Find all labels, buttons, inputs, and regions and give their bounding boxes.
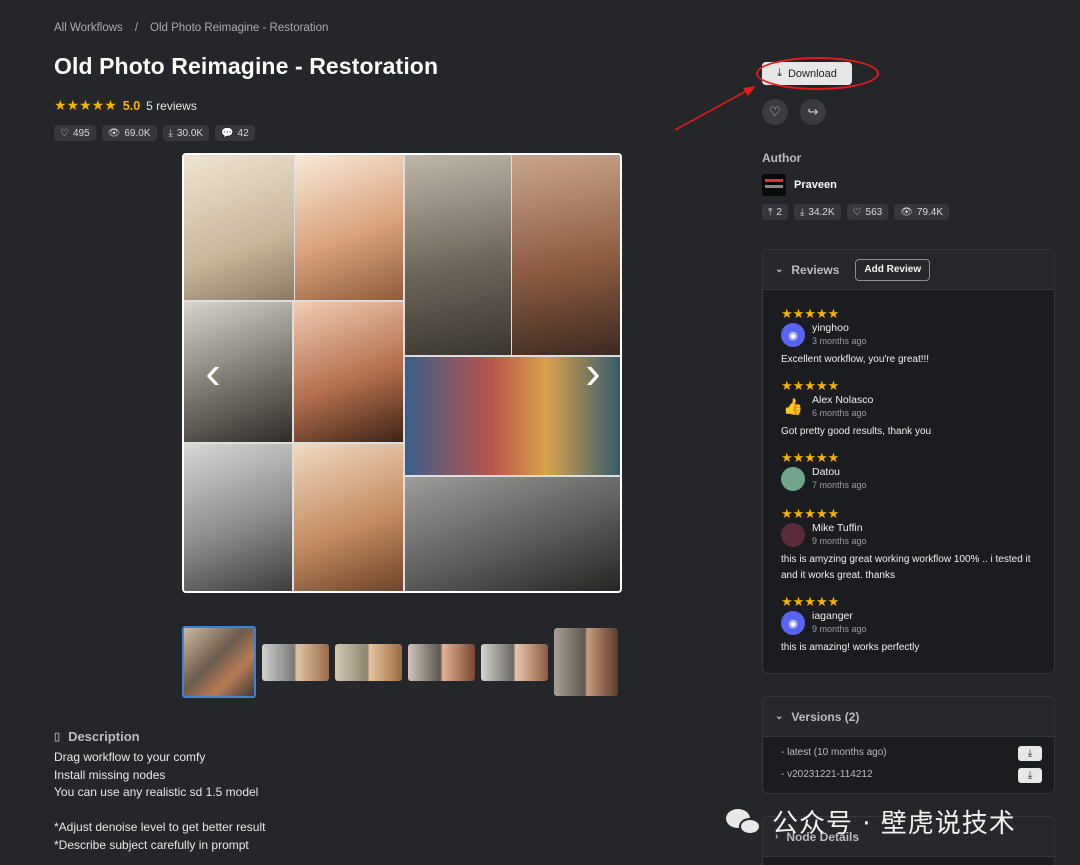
photo-tile-2 xyxy=(295,155,403,300)
author-name: Praveen xyxy=(794,179,837,191)
user-avatar xyxy=(781,467,805,491)
description-heading: ▯ Description xyxy=(54,729,140,744)
heart-icon: ♡ xyxy=(852,206,862,218)
eye-icon: 👁 xyxy=(107,127,121,139)
discord-avatar-icon: ◉ xyxy=(781,323,805,347)
review-item: ★★★★★ ◉ yinghoo 3 months ago Excellent wo… xyxy=(781,307,1031,368)
photo-tile-4 xyxy=(512,155,620,355)
photo-tile-1 xyxy=(184,155,294,300)
page-title: Old Photo Reimagine - Restoration xyxy=(54,53,439,79)
version-item[interactable]: - latest (10 months ago) xyxy=(781,747,887,758)
versions-panel: ⌄ Versions (2) - latest (10 months ago) … xyxy=(762,696,1055,794)
review-stars: ★★★★★ xyxy=(781,306,840,321)
version-download-button[interactable]: ⤓ xyxy=(1018,768,1042,783)
breadcrumb: All Workflows / Old Photo Reimagine - Re… xyxy=(54,22,328,34)
discord-avatar-icon: ◉ xyxy=(781,611,805,635)
reviews-panel: ⌄ Reviews Add Review ★★★★★ ◉ yinghoo 3 mo… xyxy=(762,249,1055,674)
download-icon: ⤓ xyxy=(1027,748,1033,759)
breadcrumb-separator: / xyxy=(134,22,139,34)
thumbs-up-avatar-icon: 👍 xyxy=(781,395,805,419)
share-icon: ↪ xyxy=(807,104,819,119)
stat-views: 👁 69.0K xyxy=(101,125,157,141)
author-info[interactable]: Praveen xyxy=(762,174,837,196)
watermark: 公众号 · 壁虎说技术 xyxy=(724,803,1016,840)
download-icon: ⤓ xyxy=(1027,770,1033,781)
author-avatar xyxy=(762,174,786,196)
review-item: ★★★★★ Mike Tuffin 9 months ago this is am… xyxy=(781,506,1031,581)
add-review-button[interactable]: Add Review xyxy=(855,258,931,281)
workflow-stats: ♡ 495 👁 69.0K ⤓ 30.0K 💬 42 xyxy=(54,125,255,141)
description-text: Drag workflow to your comfy Install miss… xyxy=(54,750,266,852)
annotation-arrow xyxy=(674,86,756,131)
share-button[interactable]: ↪ xyxy=(800,99,826,125)
upload-icon: ⤒ xyxy=(768,206,773,218)
eye-icon: 👁 xyxy=(900,206,913,218)
photo-tile-8 xyxy=(184,444,292,591)
rating-summary: ★★★★★ 5.0 5 reviews xyxy=(54,97,197,114)
download-icon: ⤓ xyxy=(168,127,173,139)
photo-tile-9 xyxy=(294,444,403,591)
thumbnail-1[interactable] xyxy=(182,626,256,698)
review-item: ★★★★★ ◉ iaganger 9 months ago this is ama… xyxy=(781,595,1031,656)
gallery-next-button[interactable]: › xyxy=(578,349,608,395)
annotation-highlight-ellipse xyxy=(756,57,879,90)
chevron-down-icon: ⌄ xyxy=(775,711,784,722)
thumbnail-6[interactable] xyxy=(554,628,618,696)
comment-icon: 💬 xyxy=(221,127,234,139)
thumbnail-3[interactable] xyxy=(335,643,402,681)
review-stars: ★★★★★ xyxy=(781,378,840,393)
version-item[interactable]: - v20231221-114212 xyxy=(781,769,873,780)
review-stars: ★★★★★ xyxy=(781,506,840,521)
user-avatar xyxy=(781,523,805,547)
reviews-header[interactable]: ⌄ Reviews Add Review xyxy=(763,250,1054,290)
review-stars: ★★★★★ xyxy=(781,450,840,465)
thumbnail-4[interactable] xyxy=(408,643,475,681)
review-count[interactable]: 5 reviews xyxy=(146,99,197,113)
gallery-thumbnails xyxy=(182,626,618,698)
stat-likes: ♡ 495 xyxy=(54,125,96,141)
gallery-prev-button[interactable]: ‹ xyxy=(198,349,228,395)
stat-comments[interactable]: 💬 42 xyxy=(215,125,255,141)
stat-downloads: ⤓ 30.0K xyxy=(162,125,210,141)
rating-score: 5.0 xyxy=(122,98,141,113)
heart-icon: ♡ xyxy=(769,104,781,119)
author-stats: ⤒ 2 ⤓ 34.2K ♡ 563 👁 79.4K xyxy=(762,204,950,220)
breadcrumb-current: Old Photo Reimagine - Restoration xyxy=(150,22,329,34)
review-item: ★★★★★ 👍 Alex Nolasco 6 months ago Got pre… xyxy=(781,379,1031,440)
photo-tile-10 xyxy=(405,477,620,591)
wechat-icon xyxy=(724,807,764,837)
favorite-button[interactable]: ♡ xyxy=(762,99,788,125)
rating-stars: ★★★★★ xyxy=(54,97,117,113)
author-heading: Author xyxy=(762,151,802,165)
review-stars: ★★★★★ xyxy=(781,594,840,609)
photo-tile-6 xyxy=(294,302,403,442)
download-icon: ⤓ xyxy=(799,206,805,218)
versions-header[interactable]: ⌄ Versions (2) xyxy=(763,697,1054,737)
chevron-down-icon: ⌄ xyxy=(775,264,784,275)
review-item: ★★★★★ Datou 7 months ago xyxy=(781,450,867,491)
reviews-heading: Reviews xyxy=(791,262,840,277)
photo-tile-3 xyxy=(405,155,511,355)
document-icon: ▯ xyxy=(54,731,61,743)
versions-heading: Versions (2) xyxy=(791,709,860,724)
author-stat-views: 👁 79.4K xyxy=(894,204,950,220)
thumbnail-2[interactable] xyxy=(262,643,329,681)
author-stat-likes: ♡ 563 xyxy=(846,204,889,220)
version-download-button[interactable]: ⤓ xyxy=(1018,746,1042,761)
breadcrumb-root-link[interactable]: All Workflows xyxy=(54,22,123,34)
thumbnail-5[interactable] xyxy=(481,643,548,681)
author-stat-downloads: ⤓ 34.2K xyxy=(793,204,841,220)
heart-icon: ♡ xyxy=(60,127,69,139)
gallery-main-image[interactable]: ‹ › xyxy=(182,153,622,593)
author-stat-uploads: ⤒ 2 xyxy=(762,204,788,220)
